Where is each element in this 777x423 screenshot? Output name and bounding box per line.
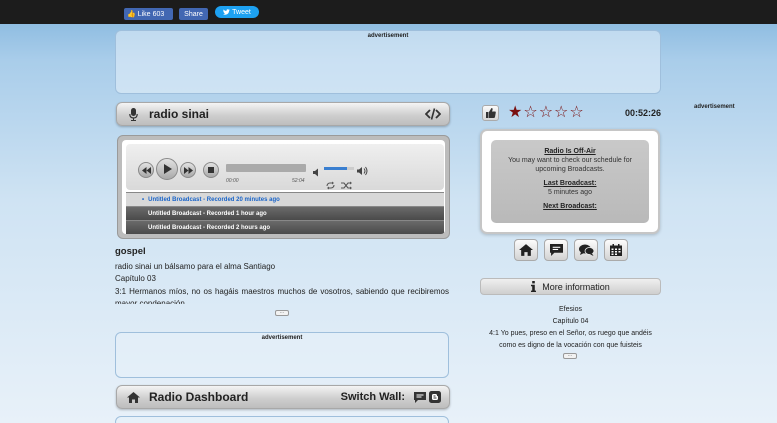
last-broadcast-value: 5 minutes ago [548, 189, 592, 196]
radio-nav-icons [514, 239, 628, 261]
top-advertisement[interactable]: advertisement [115, 30, 661, 94]
twitter-bird-icon [223, 9, 231, 15]
radio-description: gospel radio sinai un bálsamo para el al… [115, 246, 449, 304]
top-social-bar: 👍 Like 603 Share Tweet [0, 0, 777, 24]
facebook-share-button[interactable]: Share [179, 8, 208, 20]
like-label: Like [137, 10, 151, 18]
stop-icon [208, 167, 214, 173]
more-information-label: More information [542, 281, 610, 292]
rating-row: ★ ☆ ☆ ☆ ☆ [482, 104, 584, 122]
tweet-label: Tweet [232, 8, 251, 16]
volume-level [324, 167, 347, 170]
blog-wall-icon[interactable] [429, 391, 441, 403]
side-advertisement-label: advertisement [694, 104, 735, 110]
more-information-bar[interactable]: More information [480, 278, 661, 295]
radio-dashboard-bar: Radio Dashboard Switch Wall: [116, 385, 450, 409]
star-icon[interactable]: ★ [508, 105, 522, 121]
calendar-icon [610, 244, 622, 256]
fast-forward-button[interactable] [180, 162, 196, 178]
like-button[interactable] [482, 105, 499, 121]
next-broadcast-title[interactable]: Next Broadcast: [491, 202, 649, 211]
broadcast-timer: 00:52:26 [625, 108, 662, 118]
seek-bar[interactable] [226, 164, 306, 172]
description-line: 3:1 Hermanos míos, no os hagáis maestros… [115, 286, 449, 305]
audio-player: 00:00 52:04 Untitled Broadcast - Recorde… [117, 135, 450, 239]
switch-wall-label: Switch Wall: [340, 391, 405, 403]
play-icon [163, 164, 172, 174]
radio-title-bar: radio sinai [116, 102, 450, 126]
middle-advertisement[interactable]: advertisement [115, 332, 449, 378]
description-line: Capítulo 03 [115, 274, 156, 283]
star-icon[interactable]: ☆ [569, 105, 583, 121]
chat-button[interactable] [544, 239, 568, 261]
volume-icon[interactable] [313, 164, 322, 182]
star-icon[interactable]: ☆ [523, 105, 537, 121]
schedule-button[interactable] [604, 239, 628, 261]
like-count: 603 [152, 10, 165, 18]
thumbs-up-icon [485, 108, 496, 118]
broadcast-status-card: Radio Is Off-Air You may want to check o… [491, 140, 649, 223]
comments-icon [578, 244, 594, 256]
microphone-icon [125, 107, 141, 121]
play-button[interactable] [156, 158, 178, 180]
code-icon[interactable] [425, 108, 441, 120]
advertisement-label: advertisement [261, 335, 303, 341]
fast-forward-icon [183, 166, 193, 174]
broadcast-playlist: Untitled Broadcast - Recorded 20 minutes… [126, 192, 444, 234]
volume-slider[interactable] [324, 167, 354, 170]
playlist-item[interactable]: Untitled Broadcast - Recorded 20 minutes… [126, 192, 444, 206]
description-heading: gospel [115, 246, 146, 257]
star-rating[interactable]: ★ ☆ ☆ ☆ ☆ [508, 105, 584, 121]
home-button[interactable] [514, 239, 538, 261]
expand-description-button[interactable]: ... [275, 310, 289, 316]
dashboard-title: Radio Dashboard [149, 390, 249, 404]
more-information-text: Efesios Capítulo 04 4:1 Yo pues, preso e… [480, 304, 661, 352]
info-line: Efesios [559, 306, 582, 313]
stop-button[interactable] [203, 162, 219, 178]
offair-text: You may want to check our schedule for u… [508, 157, 632, 173]
rewind-button[interactable] [138, 162, 154, 178]
thumbs-up-icon: 👍 [127, 11, 136, 18]
advertisement-label: advertisement [367, 33, 409, 39]
info-line: Capítulo 04 [552, 318, 589, 325]
last-broadcast-title[interactable]: Last Broadcast: [491, 179, 649, 188]
playlist-item[interactable]: Untitled Broadcast - Recorded 2 hours ag… [126, 220, 444, 234]
player-inner: 00:00 52:04 Untitled Broadcast - Recorde… [122, 140, 445, 234]
star-icon[interactable]: ☆ [554, 105, 568, 121]
current-time: 00:00 [226, 178, 239, 184]
offair-title[interactable]: Radio Is Off-Air [491, 147, 649, 156]
star-icon[interactable]: ☆ [539, 105, 553, 121]
volume-max-icon[interactable] [357, 163, 369, 181]
bottom-advertisement[interactable] [115, 416, 449, 423]
rewind-icon [141, 166, 151, 174]
info-icon [531, 281, 537, 292]
info-line: 4:1 Yo pues, preso en el Señor, os ruego… [489, 330, 652, 337]
total-time: 52:04 [292, 178, 305, 184]
playlist-item[interactable]: Untitled Broadcast - Recorded 1 hour ago [126, 206, 444, 220]
info-line: como es digno de la vocación con que fui… [499, 342, 642, 349]
comments-button[interactable] [574, 239, 598, 261]
radio-title: radio sinai [149, 107, 210, 121]
home-icon [519, 244, 533, 256]
tweet-button[interactable]: Tweet [215, 6, 259, 18]
chat-wall-icon[interactable] [414, 391, 426, 403]
home-icon[interactable] [125, 391, 141, 403]
expand-information-button[interactable]: ... [563, 353, 577, 359]
description-line: radio sinai un bálsamo para el alma Sant… [115, 261, 276, 271]
broadcast-status-frame: Radio Is Off-Air You may want to check o… [480, 129, 660, 234]
chat-icon [549, 244, 563, 256]
facebook-like-button[interactable]: 👍 Like 603 [124, 8, 173, 20]
player-controls: 00:00 52:04 [126, 144, 444, 190]
